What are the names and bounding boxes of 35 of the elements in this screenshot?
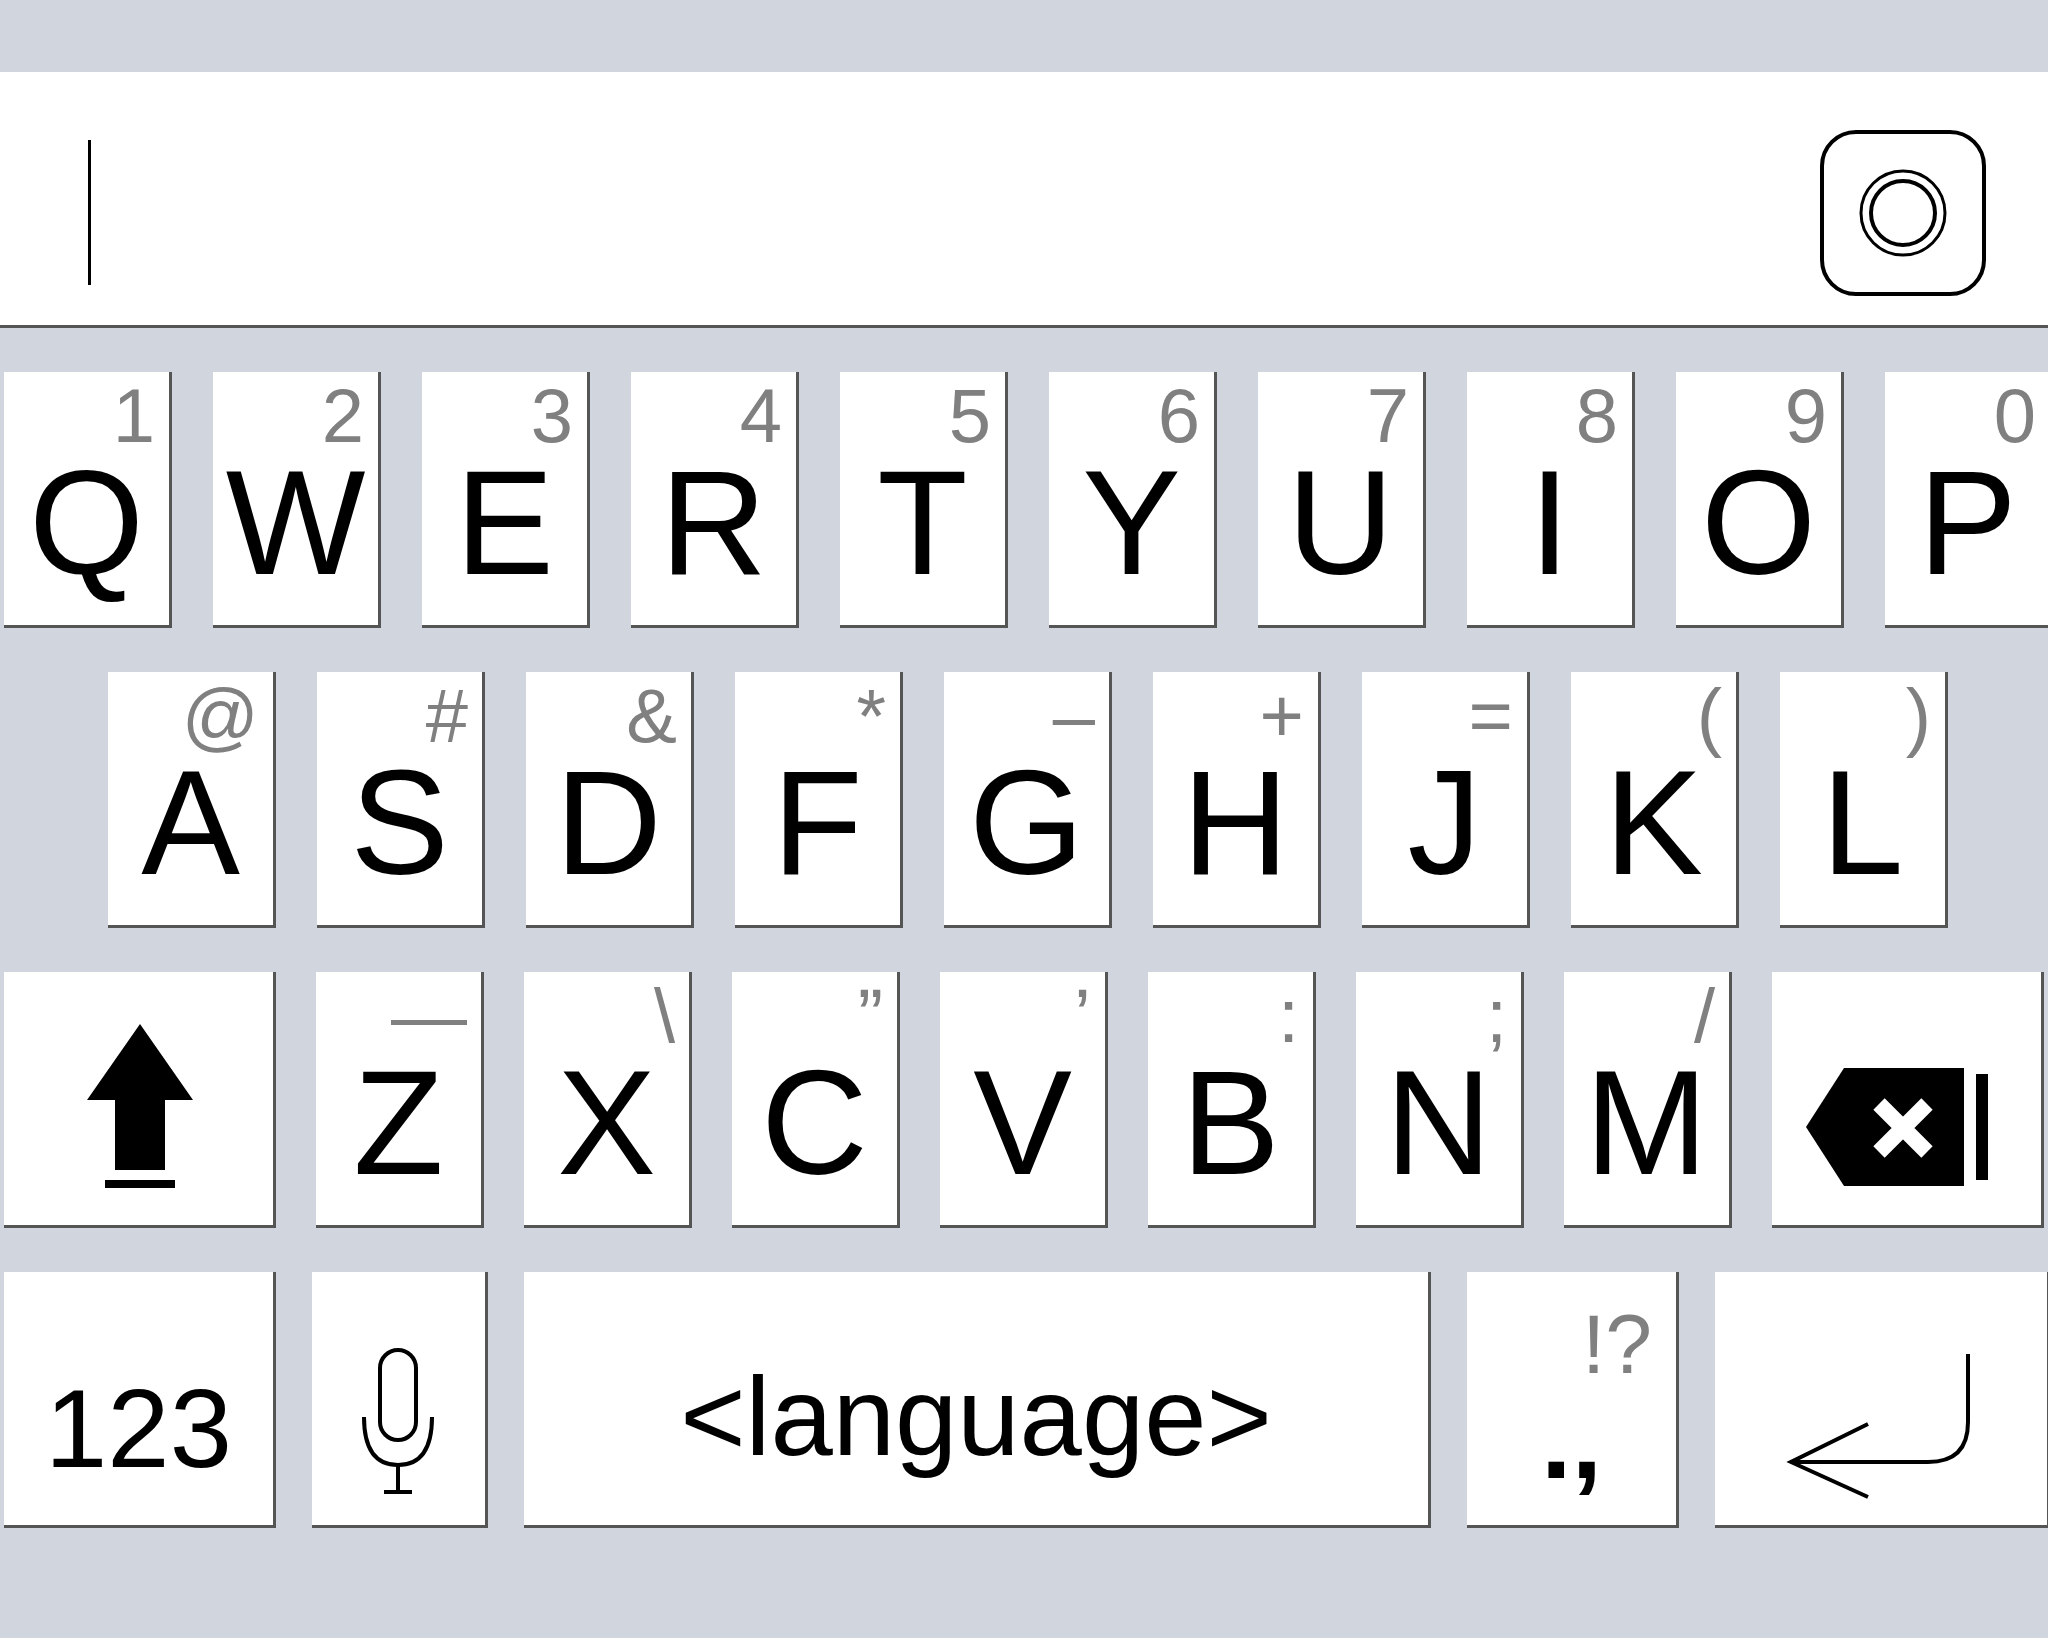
letter-key[interactable]: # S — [317, 672, 485, 928]
space-key[interactable]: <language> — [524, 1272, 1431, 1528]
letter-key[interactable]: 0 P — [1885, 372, 2048, 628]
letter-key[interactable]: / M — [1564, 972, 1732, 1228]
letter-key[interactable]: * F — [735, 672, 903, 928]
number-mode-key[interactable]: 123 — [4, 1272, 276, 1528]
letter-key[interactable]: 5 T — [840, 372, 1008, 628]
letter-key[interactable]: 8 I — [1467, 372, 1635, 628]
letter-key[interactable]: ” C — [732, 972, 900, 1228]
letter-key[interactable]: + H — [1153, 672, 1321, 928]
letter-key[interactable]: 6 Y — [1049, 372, 1217, 628]
letter-key[interactable]: & D — [526, 672, 694, 928]
backspace-key[interactable] — [1772, 972, 2044, 1228]
letter-key[interactable]: — Z — [316, 972, 484, 1228]
letter-key[interactable]: ) L — [1780, 672, 1948, 928]
enter-key[interactable] — [1715, 1272, 2048, 1528]
microphone-key[interactable] — [312, 1272, 488, 1528]
letter-key[interactable]: 2 W — [213, 372, 381, 628]
letter-key[interactable]: \ X — [524, 972, 692, 1228]
backspace-icon — [1804, 1066, 1990, 1188]
letter-key[interactable]: ( K — [1571, 672, 1739, 928]
letter-key[interactable]: = J — [1362, 672, 1530, 928]
letter-key[interactable]: : B — [1148, 972, 1316, 1228]
letter-key[interactable]: 4 R — [631, 372, 799, 628]
letter-key[interactable]: @ A — [108, 672, 276, 928]
letter-key[interactable]: ’ V — [940, 972, 1108, 1228]
camera-button[interactable] — [1820, 130, 1986, 296]
letter-key[interactable]: 1 Q — [4, 372, 172, 628]
letter-key[interactable]: 9 O — [1676, 372, 1844, 628]
letter-key[interactable]: 3 E — [422, 372, 590, 628]
shift-key[interactable] — [4, 972, 276, 1228]
letter-key[interactable]: 7 U — [1258, 372, 1426, 628]
letter-key[interactable]: – G — [944, 672, 1112, 928]
punctuation-key[interactable]: !? ., — [1467, 1272, 1679, 1528]
letter-key[interactable]: ; N — [1356, 972, 1524, 1228]
